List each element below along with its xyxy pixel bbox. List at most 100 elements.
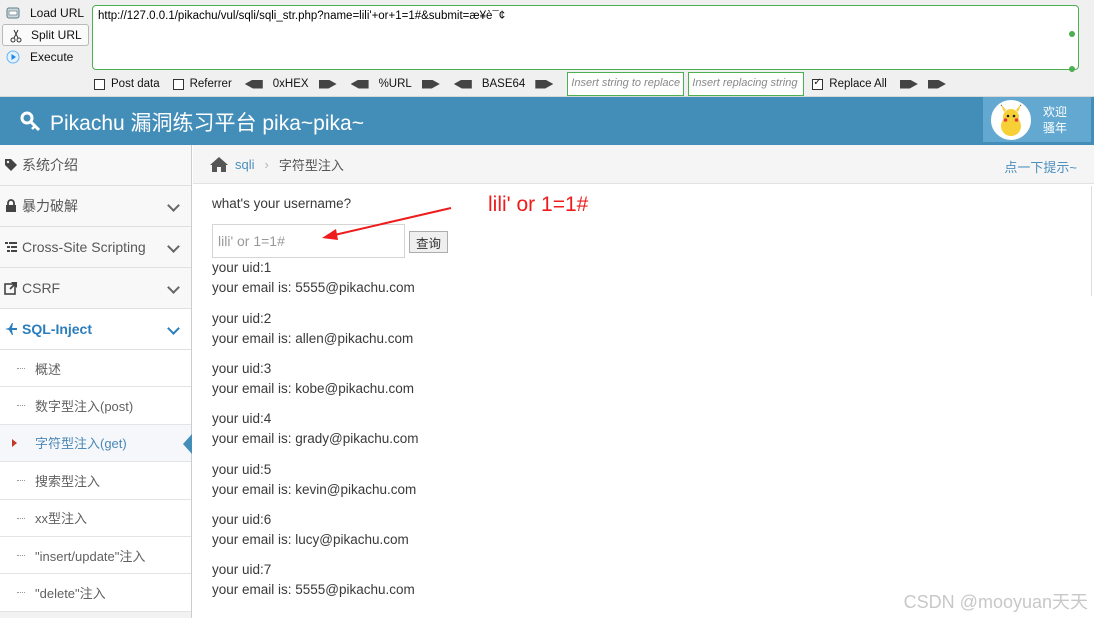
replace-all-checkbox[interactable]: Replace All (812, 77, 887, 90)
arrow-right-icon[interactable] (535, 79, 554, 89)
pikachu-avatar-icon (1000, 102, 1022, 136)
arrow-left-icon[interactable] (350, 79, 369, 89)
welcome-line-1: 欢迎 (1043, 104, 1068, 119)
result-uid: your uid:1 (212, 260, 272, 275)
hackbar-options: Post data Referrer 0xHEX %URL BASE64 Ins… (94, 72, 946, 96)
referrer-checkbox[interactable]: Referrer (172, 78, 232, 90)
submenu-item-insert-update[interactable]: "insert/update"注入 (0, 536, 191, 575)
caret-right-icon (12, 438, 17, 447)
result-uid: your uid:7 (212, 562, 272, 577)
result-entry: your uid:2 your email is: allen@pikachu.… (212, 309, 612, 349)
split-url-label: Split URL (31, 28, 82, 42)
scrollbar-track[interactable] (1091, 186, 1092, 296)
sqli-submenu: 概述 数字型注入(post) 字符型注入(get) 搜索型注入 xx型注入 "i… (0, 350, 192, 612)
result-uid: your uid:5 (212, 462, 272, 477)
arrow-left-icon[interactable] (244, 79, 263, 89)
breadcrumb-link-sqli[interactable]: sqli (235, 157, 255, 172)
arrow-right-icon[interactable] (421, 79, 440, 89)
arrow-left-icon[interactable] (453, 79, 472, 89)
result-entry: your uid:1 your email is: 5555@pikachu.c… (212, 258, 612, 298)
annotation-text: lili' or 1=1# (488, 193, 589, 216)
sidebar-item-xss[interactable]: Cross-Site Scripting (0, 227, 191, 268)
result-email: your email is: grady@pikachu.com (212, 431, 419, 446)
play-icon (6, 50, 20, 64)
result-entry: your uid:5 your email is: kevin@pikachu.… (212, 460, 612, 500)
breadcrumb-current: 字符型注入 (278, 157, 344, 173)
tree-dash (17, 592, 25, 594)
username-input-value: lili' or 1=1# (218, 233, 285, 249)
arrow-right-icon[interactable] (899, 79, 918, 89)
tree-dash (17, 405, 25, 407)
sidebar-item-sqli[interactable]: SQL-Inject (0, 309, 191, 350)
url-enc-label: %URL (378, 78, 412, 90)
split-url-button[interactable]: Split URL (2, 24, 89, 46)
watermark: CSDN @mooyuan天天 (903, 592, 1088, 612)
arrow-right-icon[interactable] (318, 79, 337, 89)
hint-link[interactable]: 点一下提示~ (1004, 157, 1077, 176)
submenu-label: "insert/update"注入 (35, 548, 146, 564)
load-url-label: Load URL (30, 6, 85, 20)
base64-encoder[interactable]: BASE64 (453, 78, 554, 90)
execute-button[interactable]: Execute (0, 46, 92, 68)
submenu-label: 概述 (35, 361, 62, 377)
hackbar-actions: Load URL Split URL Execute (0, 2, 92, 68)
submenu-item-overview[interactable]: 概述 (0, 350, 191, 388)
result-email: your email is: kobe@pikachu.com (212, 381, 415, 396)
home-icon[interactable] (209, 156, 229, 173)
checkbox-box[interactable] (172, 78, 184, 90)
url-text: http://127.0.0.1/pikachu/vul/sqli/sqli_s… (98, 10, 506, 22)
url-encoder[interactable]: %URL (350, 78, 440, 90)
replacing-string-placeholder: Insert replacing string (692, 77, 798, 89)
sidebar-item-label: 系统介绍 (22, 157, 78, 173)
load-url-icon (6, 7, 20, 19)
tree-dash (17, 554, 25, 556)
result-uid: your uid:3 (212, 361, 272, 376)
tree-dash (17, 480, 25, 482)
checkbox-box[interactable] (812, 77, 824, 90)
chevron-down-icon (167, 240, 180, 253)
submenu-item-delete[interactable]: "delete"注入 (0, 574, 191, 612)
hackbar-toolbar: Load URL Split URL Execute http://127.0.… (0, 0, 1094, 97)
brand[interactable]: Pikachu 漏洞练习平台 pika~pika~ (20, 107, 364, 137)
insert-string-input[interactable]: Insert string to replace (567, 72, 685, 96)
lock-icon (6, 199, 16, 212)
resize-handle[interactable] (1069, 31, 1075, 37)
chevron-down-icon (167, 322, 180, 335)
checkbox-box[interactable] (94, 78, 105, 90)
result-email: your email is: 5555@pikachu.com (212, 280, 415, 295)
hex-encoder[interactable]: 0xHEX (244, 78, 337, 90)
submenu-label: 数字型注入(post) (35, 399, 134, 415)
welcome-text: 欢迎 骚年 (1043, 104, 1067, 136)
sidebar-item-csrf[interactable]: CSRF (0, 268, 191, 309)
submenu-item-numeric-post[interactable]: 数字型注入(post) (0, 387, 191, 425)
result-uid: your uid:6 (212, 512, 272, 527)
sidebar-item-intro[interactable]: 系统介绍 (0, 145, 191, 186)
load-url-button[interactable]: Load URL (0, 2, 92, 24)
sidebar: 系统介绍 暴力破解 Cross-Site Scripting CSRF SQL-… (0, 145, 192, 618)
submenu-item-search[interactable]: 搜索型注入 (0, 462, 191, 500)
breadcrumb: sqli › 字符型注入 点一下提示~ (193, 145, 1094, 184)
execute-label: Execute (30, 50, 74, 64)
post-data-checkbox[interactable]: Post data (94, 78, 160, 90)
url-textarea[interactable]: http://127.0.0.1/pikachu/vul/sqli/sqli_s… (92, 5, 1079, 72)
replacing-string-input[interactable]: Insert replacing string (688, 72, 805, 96)
result-entry: your uid:7 your email is: 5555@pikachu.c… (212, 560, 612, 600)
submenu-item-string-get[interactable]: 字符型注入(get) (0, 424, 192, 463)
result-uid: your uid:2 (212, 311, 272, 326)
post-data-label: Post data (111, 78, 160, 90)
submenu-label: xx型注入 (35, 511, 88, 527)
share-icon (4, 282, 17, 295)
submenu-label: 搜索型注入 (35, 473, 101, 489)
submenu-label: "delete"注入 (35, 586, 106, 602)
welcome-line-2: 骚年 (1043, 120, 1068, 135)
user-menu[interactable]: 欢迎 骚年 (983, 97, 1091, 142)
key-icon (20, 111, 41, 132)
sidebar-item-label: SQL-Inject (22, 321, 93, 337)
result-email: your email is: kevin@pikachu.com (212, 482, 417, 497)
sidebar-item-label: 暴力破解 (22, 198, 78, 214)
submenu-item-xx[interactable]: xx型注入 (0, 499, 191, 537)
resize-handle-bottom[interactable] (1069, 66, 1075, 72)
result-email: your email is: 5555@pikachu.com (212, 582, 415, 597)
sidebar-item-bruteforce[interactable]: 暴力破解 (0, 186, 191, 227)
arrow-right-icon[interactable] (927, 79, 946, 89)
